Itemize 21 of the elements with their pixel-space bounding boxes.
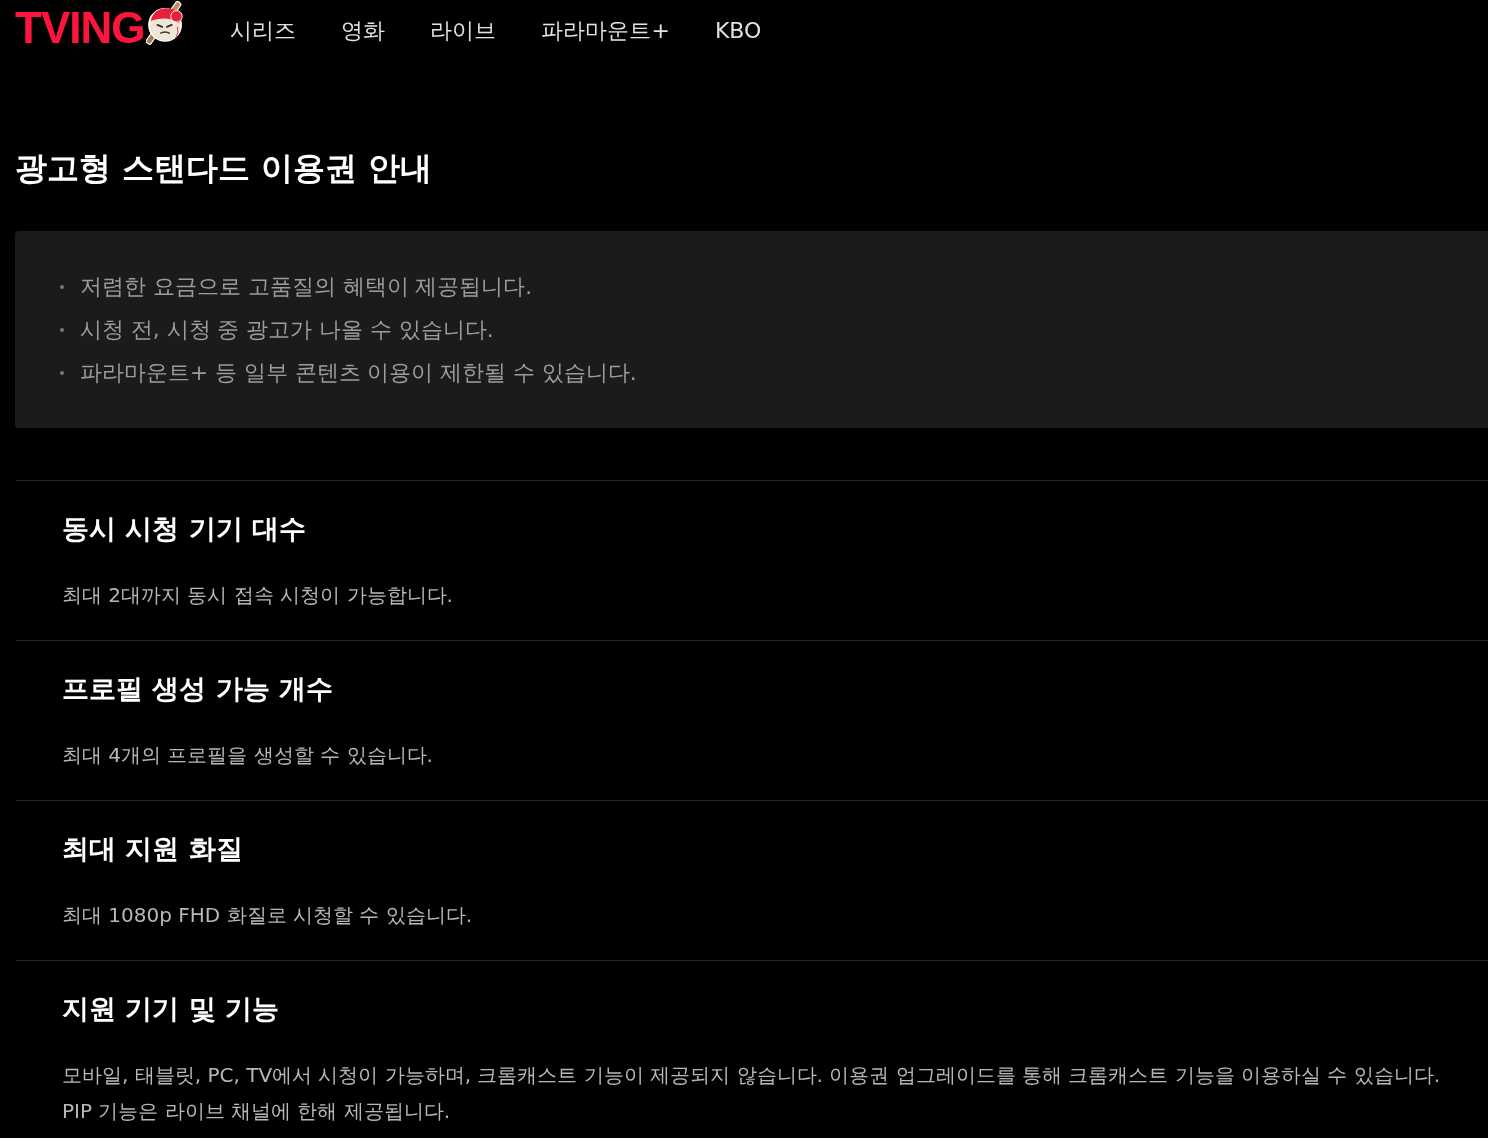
nav-link[interactable]: 라이브 — [430, 16, 497, 46]
notice-text: 시청 전, 시청 중 광고가 나올 수 있습니다. — [80, 315, 494, 344]
section-heading: 동시 시청 기기 대수 — [62, 512, 307, 546]
section-description: 최대 4개의 프로필을 생성할 수 있습니다. — [62, 742, 434, 769]
section-description: 모바일, 태블릿, PC, TV에서 시청이 가능하며, 크롬캐스트 기능이 제공되지 않습니다. 이용권 업그레이드를 통해 크롬캐스트 기능을 이용하실 수 있습니다. PIP 기능은 라이브 채널에 한해 제공됩니다. — [62, 1062, 1442, 1125]
nav-link[interactable]: 영화 — [341, 16, 386, 46]
nav-link[interactable]: KBO — [714, 16, 762, 46]
section-description: 최대 1080p FHD 화질로 시청할 수 있습니다. — [62, 902, 474, 929]
brand-logo[interactable]: TVING — [15, 8, 145, 48]
section-heading: 프로필 생성 가능 개수 — [62, 672, 334, 706]
page-title: 광고형 스탠다드 이용권 안내 — [15, 148, 433, 188]
notice-text: 저렴한 요금으로 고품질의 혜택이 제공됩니다. — [80, 272, 533, 301]
bullet-icon — [60, 370, 64, 375]
nav-link[interactable]: 파라마운트+ — [541, 16, 670, 46]
section-heading: 지원 기기 및 기능 — [62, 992, 280, 1026]
nav-link[interactable]: 시리즈 — [230, 16, 297, 46]
bullet-icon — [60, 327, 64, 332]
notice-text: 파라마운트+ 등 일부 콘텐츠 이용이 제한될 수 있습니다. — [80, 358, 637, 387]
section-heading: 최대 지원 화질 — [62, 832, 243, 866]
bullet-icon — [60, 284, 64, 289]
section-description: 최대 2대까지 동시 접속 시청이 가능합니다. — [62, 582, 454, 609]
